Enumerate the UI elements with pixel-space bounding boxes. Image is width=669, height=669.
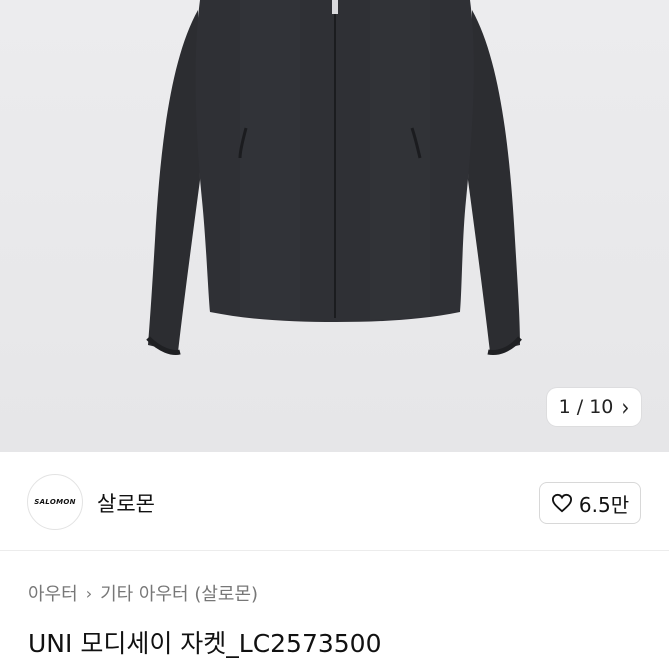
- breadcrumb-item-other-outer[interactable]: 기타 아우터 (살로몬): [100, 580, 258, 606]
- breadcrumb-item-outer[interactable]: 아우터: [28, 580, 78, 606]
- product-title: UNI 모디세이 자켓_LC2573500: [28, 629, 382, 658]
- heart-outline-icon: [551, 493, 572, 513]
- breadcrumb: 아우터 › 기타 아우터 (살로몬): [28, 580, 258, 606]
- like-count: 6.5만: [578, 492, 630, 517]
- image-counter: 1 / 10: [558, 396, 614, 418]
- shop-logo[interactable]: SALOMON: [27, 474, 83, 530]
- chevron-right-icon: ›: [85, 583, 93, 603]
- like-button[interactable]: 6.5만: [539, 482, 641, 524]
- shop-info: SALOMON 살로몬 6.5만: [0, 452, 669, 551]
- shop-name[interactable]: 살로몬: [97, 488, 155, 518]
- jacket-product-photo: [146, 0, 522, 355]
- chevron-right-icon[interactable]: ›: [621, 395, 629, 419]
- image-pager[interactable]: 1 / 10 ›: [547, 388, 641, 426]
- product-image-carousel[interactable]: 1 / 10 ›: [0, 0, 669, 452]
